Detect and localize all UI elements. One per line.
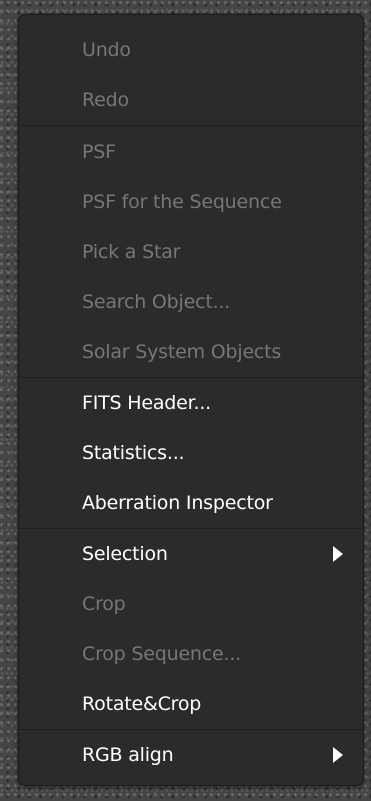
menu-item-redo[interactable]: Redo <box>19 75 363 125</box>
menu-item-crop-sequence[interactable]: Crop Sequence... <box>19 629 363 679</box>
menu-item-search-object[interactable]: Search Object... <box>19 277 363 327</box>
menu-item-statistics[interactable]: Statistics... <box>19 428 363 478</box>
menu-item-label: Solar System Objects <box>82 341 282 363</box>
menu-item-label: Statistics... <box>82 442 185 464</box>
menu-item-fits-header[interactable]: FITS Header... <box>19 378 363 428</box>
menu-item-label: PSF for the Sequence <box>82 191 282 213</box>
menu-item-rotate-crop[interactable]: Rotate&Crop <box>19 679 363 729</box>
menu-item-label: Aberration Inspector <box>82 492 273 514</box>
menu-item-label: Rotate&Crop <box>82 693 202 715</box>
menu-separator <box>19 125 363 126</box>
menu-item-crop[interactable]: Crop <box>19 579 363 629</box>
menu-item-undo[interactable]: Undo <box>19 25 363 75</box>
menu-item-label: Redo <box>82 89 129 111</box>
menu-item-label: PSF <box>82 141 116 163</box>
menu-item-label: Search Object... <box>82 291 231 313</box>
menu-item-label: FITS Header... <box>82 392 211 414</box>
menu-item-label: RGB align <box>82 744 174 766</box>
menu-item-selection[interactable]: Selection <box>19 529 363 579</box>
menu-item-label: Crop <box>82 593 126 615</box>
menu-item-pick-a-star[interactable]: Pick a Star <box>19 227 363 277</box>
context-menu: Undo Redo PSF PSF for the Sequence Pick … <box>18 14 364 786</box>
menu-item-rgb-align[interactable]: RGB align <box>19 730 363 780</box>
menu-item-psf[interactable]: PSF <box>19 127 363 177</box>
menu-item-label: Undo <box>82 39 131 61</box>
menu-item-psf-sequence[interactable]: PSF for the Sequence <box>19 177 363 227</box>
image-background: Undo Redo PSF PSF for the Sequence Pick … <box>0 0 371 801</box>
menu-item-solar-system-objects[interactable]: Solar System Objects <box>19 327 363 377</box>
chevron-right-icon <box>333 546 343 562</box>
menu-item-label: Selection <box>82 543 168 565</box>
menu-item-label: Crop Sequence... <box>82 643 242 665</box>
menu-item-label: Pick a Star <box>82 241 181 263</box>
chevron-right-icon <box>333 747 343 763</box>
menu-item-aberration-inspector[interactable]: Aberration Inspector <box>19 478 363 528</box>
